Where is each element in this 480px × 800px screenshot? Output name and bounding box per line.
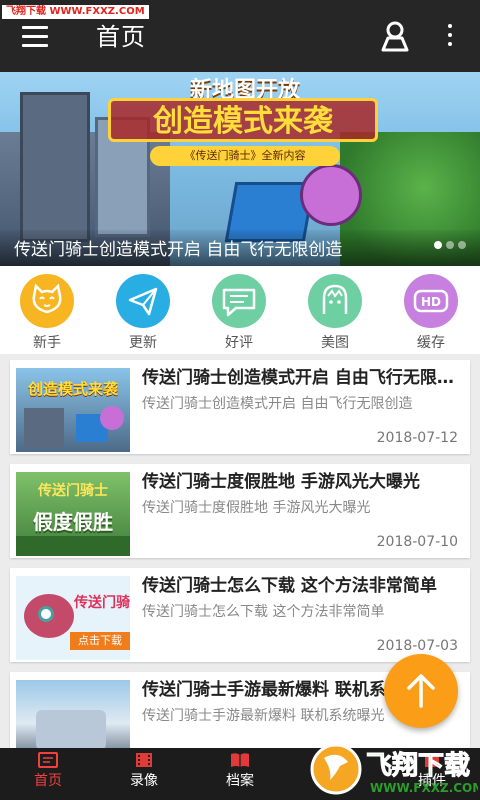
article-desc: 传送门骑士度假胜地 手游风光大曝光 [142, 500, 371, 516]
book-icon [230, 752, 250, 768]
page-title: 首页 [96, 23, 146, 51]
carousel-indicator [430, 234, 466, 253]
category-update[interactable]: 更新 [108, 274, 178, 352]
article-thumbnail [16, 680, 130, 752]
carousel-dot[interactable] [458, 241, 466, 249]
category-newbie[interactable]: 新手 [12, 274, 82, 352]
carousel-dot[interactable] [434, 241, 442, 249]
arrow-up-icon [407, 674, 435, 708]
banner-tagline: 《传送门骑士》全新内容 [150, 146, 340, 166]
category-label: 更新 [129, 335, 157, 351]
banner-caption: 传送门骑士创造模式开启 自由飞行无限创造 [14, 240, 343, 260]
tab-label: 首页 [34, 773, 62, 789]
tab-label: 录像 [130, 773, 158, 789]
chat-bubble-icon [212, 274, 266, 328]
article-thumbnail: 传送门骑 点击下载 [16, 576, 130, 660]
category-label: 缓存 [417, 335, 445, 351]
category-label: 新手 [33, 335, 61, 351]
tab-video[interactable]: 录像 [104, 752, 184, 790]
cat-face-icon [20, 274, 74, 328]
home-tab-icon [38, 752, 58, 768]
category-label: 好评 [225, 335, 253, 351]
article-card[interactable]: 传送门骑 点击下载 传送门骑士怎么下载 这个方法非常简单 传送门骑士怎么下载 这… [10, 568, 470, 662]
banner-carousel[interactable]: 新地图开放 创造模式来袭 《传送门骑士》全新内容 传送门骑士创造模式开启 自由飞… [0, 72, 480, 266]
category-gallery[interactable]: 美图 [300, 274, 370, 352]
article-desc: 传送门骑士创造模式开启 自由飞行无限创造 [142, 396, 413, 412]
banner-tower-art [20, 92, 90, 242]
tab-archive[interactable]: 档案 [200, 752, 280, 790]
carousel-dot[interactable] [446, 241, 454, 249]
article-date: 2018-07-12 [376, 430, 458, 446]
article-card[interactable]: 创造模式来袭 传送门骑士创造模式开启 自由飞行无限创造 传送门骑士创造模式开启 … [10, 360, 470, 454]
scroll-to-top-button[interactable] [384, 654, 458, 728]
film-icon [134, 752, 154, 768]
category-review[interactable]: 好评 [204, 274, 274, 352]
article-thumbnail: 传送门骑士 假度假胜 [16, 472, 130, 556]
hd-icon: HD [404, 274, 458, 328]
article-date: 2018-07-03 [376, 638, 458, 654]
more-vertical-icon[interactable] [438, 22, 462, 52]
thumbnail-text: 创造模式来袭 [27, 380, 118, 398]
tab-label: 档案 [226, 773, 254, 789]
article-title: 传送门骑士怎么下载 这个方法非常简单 [142, 576, 437, 596]
tab-home[interactable]: 首页 [8, 752, 88, 790]
hamburger-icon[interactable] [22, 26, 50, 48]
watermark-logo: 飞翔下载 WWW.FXXZ.COM [310, 740, 480, 798]
article-desc: 传送门骑士怎么下载 这个方法非常简单 [142, 604, 385, 620]
article-title: 传送门骑士度假胜地 手游风光大曝光 [142, 472, 420, 492]
article-title: 传送门骑士创造模式开启 自由飞行无限创造 [142, 368, 462, 388]
category-cache[interactable]: HD 缓存 [396, 274, 466, 352]
svg-text:飞翔下载: 飞翔下载 [366, 751, 470, 781]
article-thumbnail: 创造模式来袭 [16, 368, 130, 452]
category-row: 新手 更新 好评 美图 HD 缓存 [0, 266, 480, 354]
banner-headline-main: 创造模式来袭 [108, 98, 378, 142]
watermark-top: 飞翔下载 WWW.FXXZ.COM [2, 5, 149, 19]
article-card[interactable]: 传送门骑士 假度假胜 传送门骑士度假胜地 手游风光大曝光 传送门骑士度假胜地 手… [10, 464, 470, 558]
svg-text:WWW.FXXZ.COM: WWW.FXXZ.COM [370, 781, 478, 795]
character-icon [308, 274, 362, 328]
banner-hero-art [300, 164, 362, 226]
category-label: 美图 [321, 335, 349, 351]
top-app-bar: 飞翔下载 WWW.FXXZ.COM 首页 [0, 0, 480, 72]
user-icon[interactable] [380, 20, 410, 52]
svg-text:HD: HD [421, 295, 441, 309]
article-date: 2018-07-10 [376, 534, 458, 550]
thumbnail-text: 假度假胜 [33, 510, 113, 534]
paper-plane-icon [116, 274, 170, 328]
thumbnail-text: 传送门骑 [74, 595, 130, 611]
